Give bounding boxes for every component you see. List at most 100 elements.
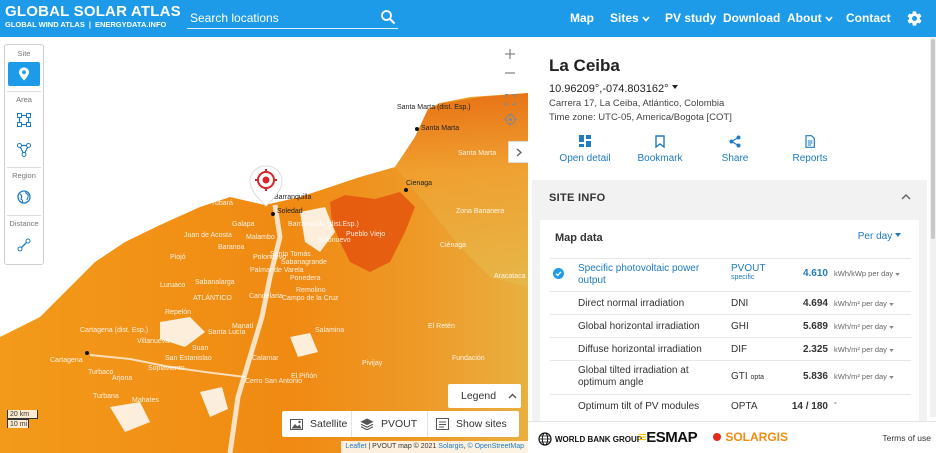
row-abbr: GHI — [731, 321, 749, 332]
nav-about[interactable]: About — [787, 11, 833, 25]
locate-button[interactable] — [499, 109, 521, 129]
reports-button[interactable]: Reports — [770, 135, 850, 164]
nav-contact[interactable]: Contact — [846, 11, 891, 25]
data-row-opta[interactable]: Optimum tilt of PV modules OPTA 14 / 180… — [550, 394, 911, 417]
chevron-down-icon — [825, 16, 833, 22]
site-tool-button[interactable] — [8, 62, 40, 86]
row-unit[interactable]: kWh/m² per day — [834, 372, 894, 381]
search-icon[interactable] — [380, 9, 396, 25]
town-label: Santo Tomás — [270, 251, 311, 258]
data-row-dni[interactable]: Direct normal irradiation DNI 4.694 kWh/… — [550, 291, 911, 314]
bookmark-button[interactable]: Bookmark — [620, 135, 700, 164]
esmap-logo[interactable]: ≡ESMAP — [638, 429, 698, 446]
satellite-layer-button[interactable]: Satellite — [282, 411, 352, 437]
row-unit[interactable]: kWh/m² per day — [834, 345, 894, 354]
data-row-ghi[interactable]: Global horizontal irradiation GHI 5.689 … — [550, 314, 911, 337]
fullscreen-icon — [504, 93, 516, 105]
row-unit[interactable]: kWh/m² per day — [834, 322, 894, 331]
row-unit-text: kWh/m² per day — [834, 322, 887, 331]
row-unit[interactable]: kWh/m² per day — [834, 299, 894, 308]
terms-link[interactable]: Terms of use — [882, 433, 931, 443]
row-abbr: GTI opta — [731, 371, 764, 382]
bookmark-label: Bookmark — [637, 153, 683, 164]
attribution-text: | PVOUT map © 2021 — [366, 443, 439, 450]
osm-link[interactable]: © OpenStreetMap — [467, 443, 524, 450]
caret-down-icon — [889, 326, 894, 329]
nav-sites[interactable]: Sites — [610, 11, 650, 25]
coordinates-value: 10.96209°,-074.803162° — [549, 83, 669, 95]
city-dot — [271, 212, 275, 216]
row-value: 2.325 — [802, 344, 828, 355]
show-sites-button[interactable]: Show sites — [428, 411, 519, 437]
town-label: Cartagena (dist. Esp.) — [80, 327, 149, 334]
data-row-gti[interactable]: Global tilted irradiation at optimum ang… — [550, 360, 911, 394]
gear-icon[interactable] — [906, 10, 923, 27]
site-info-heading[interactable]: SITE INFO — [549, 192, 605, 204]
share-button[interactable]: Share — [695, 135, 775, 164]
location-marker-icon[interactable] — [248, 164, 284, 208]
town-label: Santa Lucía — [208, 329, 246, 336]
row-unit[interactable]: kWh/kWp per day — [834, 269, 901, 278]
nav-download[interactable]: Download — [723, 11, 780, 25]
zoom-in-button[interactable] — [499, 44, 521, 64]
distance-tool-button[interactable] — [8, 233, 40, 257]
open-detail-button[interactable]: Open detail — [545, 135, 625, 164]
town-label: Soledad — [277, 208, 303, 215]
fullscreen-button[interactable] — [499, 89, 521, 109]
chevron-up-icon[interactable] — [901, 193, 911, 200]
town-label: ATLÁNTICO — [193, 295, 232, 302]
row-value: 4.694 — [802, 298, 828, 309]
town-label: Turbaco — [88, 369, 114, 376]
region-tool-button[interactable] — [8, 185, 40, 209]
nav-pv-study[interactable]: PV study — [665, 11, 716, 25]
town-label: Barranquilla (dist.Esp.) — [288, 221, 359, 228]
search-input[interactable]: Search locations — [187, 7, 398, 29]
row-unit-text: kWh/m² per day — [834, 372, 887, 381]
town-label: Santa Marta — [458, 150, 497, 157]
pvout-layer-button[interactable]: PVOUT — [352, 411, 428, 437]
legend-button[interactable]: Legend — [448, 384, 521, 408]
logo-wind-atlas[interactable]: GLOBAL WIND ATLAS — [5, 20, 85, 29]
row-abbr: DIF — [731, 344, 748, 355]
site-address: Carrera 17, La Ceiba, Atlántico, Colombi… — [549, 98, 725, 109]
town-label: Cienaga — [406, 180, 433, 187]
nav-map[interactable]: Map — [570, 11, 594, 25]
minus-icon — [505, 72, 515, 74]
scrollbar-thumb[interactable] — [931, 39, 935, 239]
row-value: 4.610 — [802, 268, 828, 279]
row-name: Global tilted irradiation at optimum ang… — [578, 365, 689, 388]
logo-energydata[interactable]: ENERGYDATA.INFO — [95, 20, 166, 29]
town-label: Juan de Acosta — [184, 232, 232, 239]
town-label: Mahates — [132, 397, 159, 404]
row-unit-text: kWh/kWp per day — [834, 269, 894, 278]
show-sites-label: Show sites — [456, 418, 507, 430]
zoom-out-button[interactable] — [499, 63, 521, 83]
collapse-panel-button[interactable] — [508, 141, 528, 163]
site-coordinates[interactable]: 10.96209°,-074.803162° — [549, 83, 678, 95]
site-actions: Open detail Bookmark Share Reports — [528, 135, 928, 169]
logo[interactable]: GLOBAL SOLAR ATLAS GLOBAL WIND ATLAS | ENE… — [5, 4, 181, 31]
town-label: Arjona — [112, 375, 133, 382]
data-row-pvout[interactable]: Specific photovoltaic power output PVOUT… — [550, 258, 911, 291]
bookmark-icon — [655, 135, 665, 148]
leaflet-link[interactable]: Leaflet — [345, 443, 366, 450]
period-select[interactable]: Per day — [858, 231, 901, 242]
town-label: Sabanalarga — [195, 279, 235, 286]
solargis-logo[interactable]: SOLARGIS — [712, 430, 788, 444]
data-row-dif[interactable]: Diffuse horizontal irradiation DIF 2.325… — [550, 337, 911, 360]
city-dot — [85, 351, 89, 355]
world-bank-logo[interactable]: WORLD BANK GROUP — [538, 432, 642, 446]
row-name: Diffuse horizontal irradiation — [578, 344, 702, 355]
panel-scrollbar[interactable] — [930, 37, 936, 417]
polygon-tool-button[interactable] — [8, 138, 40, 162]
solargis-link[interactable]: Solargis — [438, 443, 463, 450]
town-label: Sabanagrande — [281, 259, 327, 266]
town-label: Ponedera — [290, 275, 321, 282]
satellite-label: Satellite — [310, 418, 348, 430]
site-timezone: Time zone: UTC-05, America/Bogota [COT] — [549, 112, 732, 123]
row-abbr-main: PVOUT — [731, 263, 766, 274]
caret-down-icon — [895, 273, 901, 276]
area-tool-button[interactable] — [8, 108, 40, 132]
caret-down-icon — [889, 303, 894, 306]
map-area[interactable]: Santa Marta (dist. Esp.) Santa Marta San… — [0, 37, 528, 453]
